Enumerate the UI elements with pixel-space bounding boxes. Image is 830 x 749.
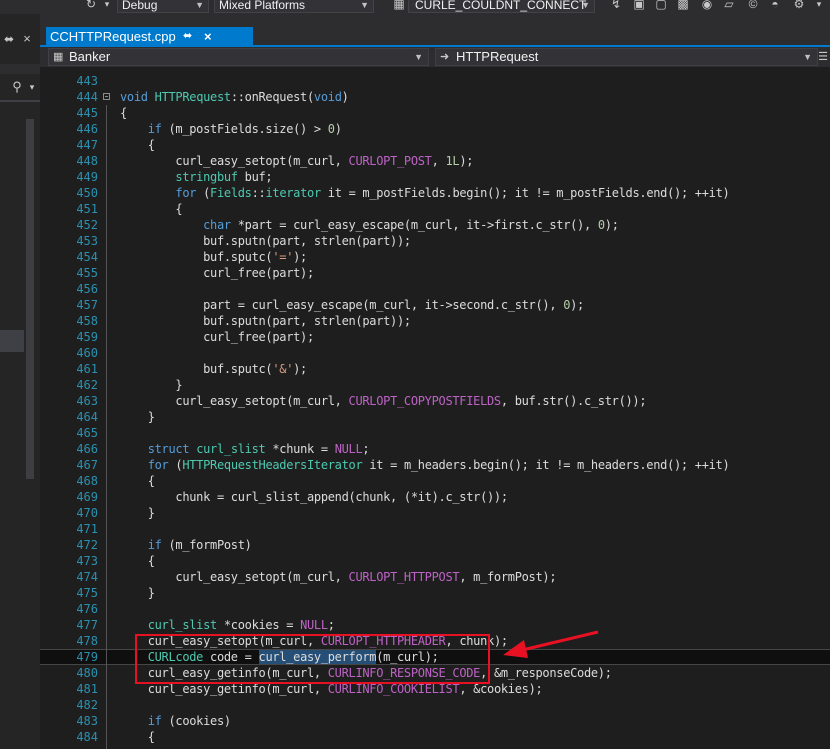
annotation-arrow: [503, 630, 599, 658]
